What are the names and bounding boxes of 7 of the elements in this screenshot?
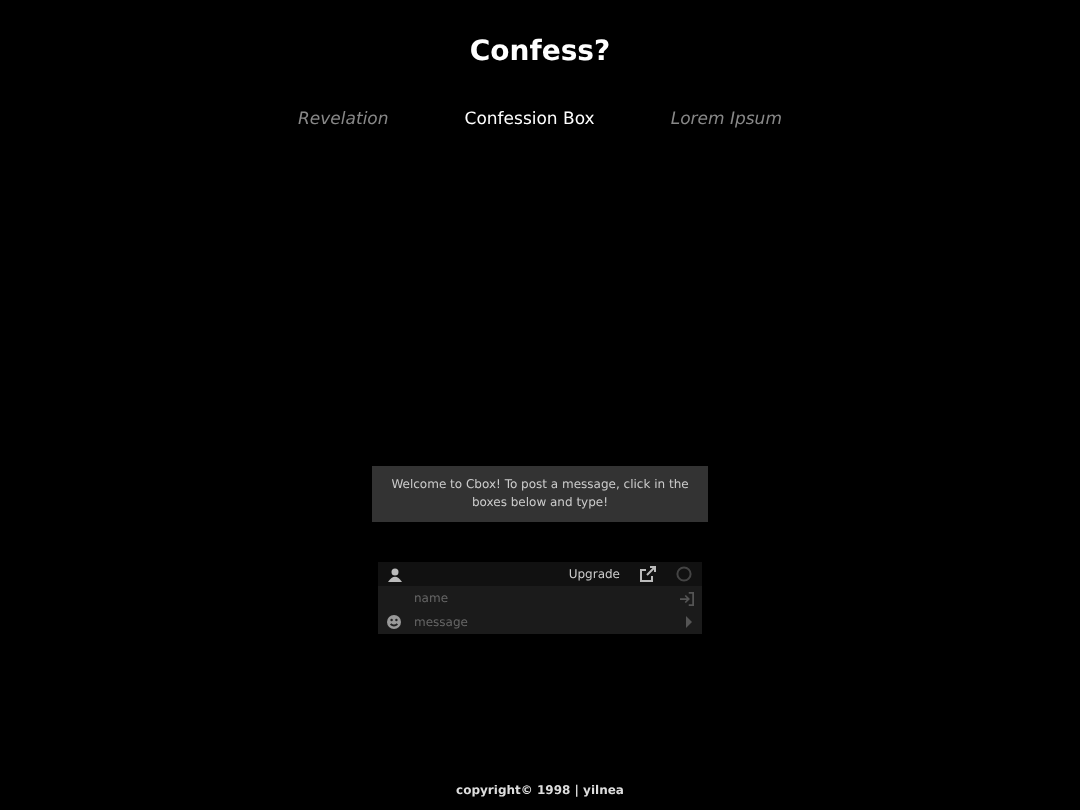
nav-tab[interactable]: Lorem Ipsum	[670, 110, 782, 130]
user-icon[interactable]	[388, 567, 402, 581]
smiley-icon[interactable]	[386, 614, 402, 630]
nav-tab[interactable]: Confession Box	[464, 110, 595, 130]
site-title: Confess?	[469, 36, 611, 72]
nav-tab[interactable]: Revelation	[298, 110, 389, 130]
external-link-icon[interactable]	[640, 566, 656, 582]
